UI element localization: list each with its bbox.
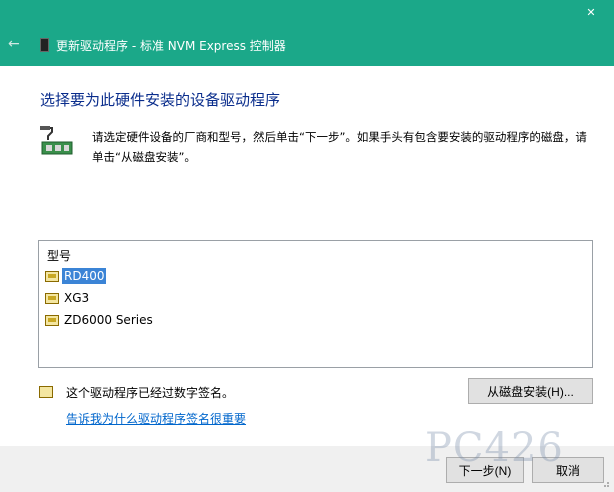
device-driver-icon <box>45 270 59 282</box>
list-item[interactable]: XG3 <box>45 289 91 307</box>
instruction-text: 请选定硬件设备的厂商和型号，然后单击“下一步”。如果手头有包含要安装的驱动程序的… <box>92 130 587 164</box>
window-title: 更新驱动程序 - 标准 NVM Express 控制器 <box>56 39 286 53</box>
hardware-icon <box>40 126 73 155</box>
list-header: 型号 <box>47 249 72 263</box>
have-disk-button[interactable]: 从磁盘安装(H)... <box>468 378 593 404</box>
device-icon <box>40 38 49 52</box>
list-item-label: RD400 <box>62 268 107 284</box>
list-item[interactable]: ZD6000 Series <box>45 311 155 329</box>
signed-driver-icon <box>39 386 53 398</box>
window-controls: ✕ <box>568 0 614 24</box>
device-driver-icon <box>45 314 59 326</box>
back-arrow-icon[interactable]: ← <box>8 36 20 52</box>
device-driver-icon <box>45 292 59 304</box>
list-item-label: ZD6000 Series <box>64 313 153 327</box>
resize-grip-icon[interactable] <box>600 478 610 488</box>
model-list[interactable]: 型号 RD400 XG3 ZD6000 Series <box>38 240 593 368</box>
list-item-label: XG3 <box>64 291 90 305</box>
signature-info-link[interactable]: 告诉我为什么驱动程序签名很重要 <box>66 410 246 427</box>
watermark: PC426 <box>425 425 564 471</box>
window-titlebar: ✕ ← 更新驱动程序 - 标准 NVM Express 控制器 <box>0 0 614 66</box>
close-button[interactable]: ✕ <box>568 0 614 24</box>
list-item[interactable]: RD400 <box>45 267 107 285</box>
signature-status: 这个驱动程序已经过数字签名。 <box>66 386 235 400</box>
page-heading: 选择要为此硬件安装的设备驱动程序 <box>40 91 281 109</box>
